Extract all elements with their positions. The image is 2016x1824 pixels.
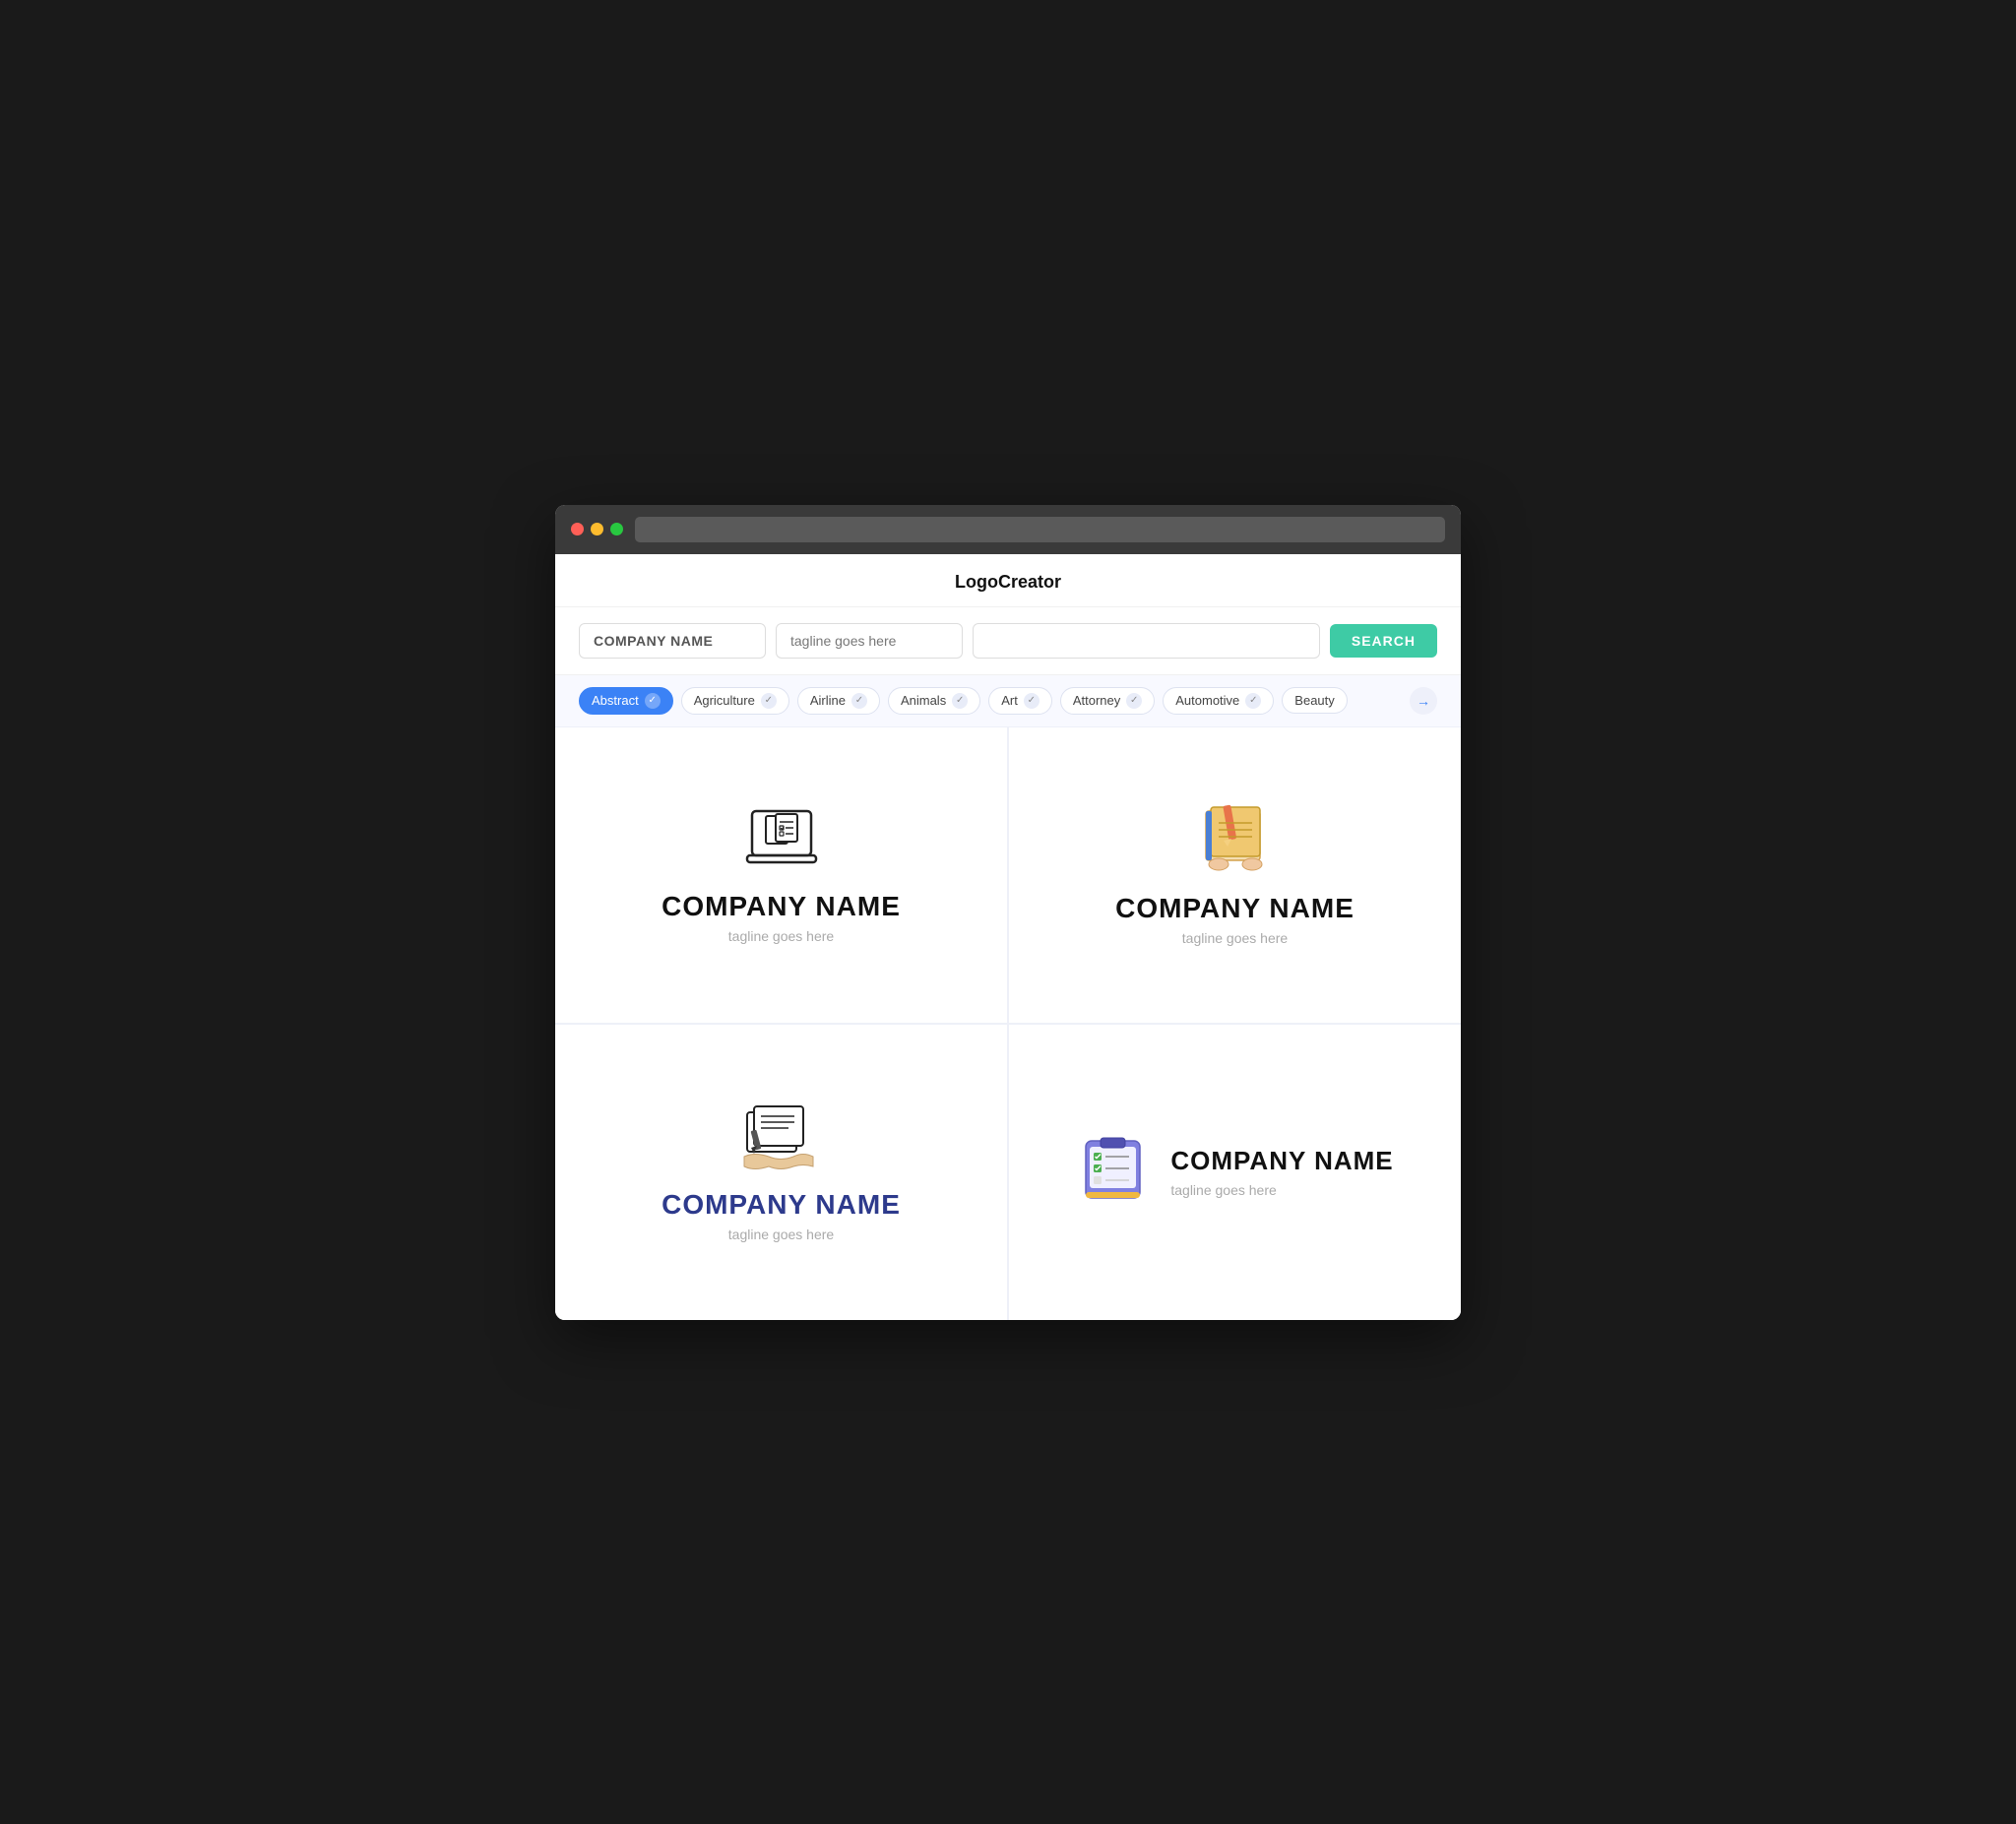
logo-icon-4 (1076, 1133, 1155, 1212)
logo-text-4: COMPANY NAME tagline goes here (1170, 1146, 1393, 1198)
filter-next-button[interactable]: → (1410, 687, 1437, 715)
check-icon-automotive: ✓ (1245, 693, 1261, 709)
browser-window: LogoCreator SEARCH Abstract ✓ Agricultur… (555, 505, 1461, 1320)
filter-label: Animals (901, 693, 946, 708)
logo-card-3[interactable]: COMPANY NAME tagline goes here (555, 1025, 1007, 1320)
check-icon-airline: ✓ (851, 693, 867, 709)
company-name-3: COMPANY NAME (662, 1189, 901, 1221)
check-icon-abstract: ✓ (645, 693, 661, 709)
tagline-input[interactable] (776, 623, 963, 659)
filter-label: Agriculture (694, 693, 755, 708)
filter-label: Airline (810, 693, 846, 708)
tagline-2: tagline goes here (1182, 930, 1288, 946)
logo-icon-2 (1191, 803, 1280, 877)
logo-grid: COMPANY NAME tagline goes here (555, 727, 1461, 1320)
industry-input[interactable] (973, 623, 1320, 659)
filter-label: Art (1001, 693, 1018, 708)
browser-titlebar (555, 505, 1461, 554)
check-icon-agriculture: ✓ (761, 693, 777, 709)
check-icon-animals: ✓ (952, 693, 968, 709)
logo-card-4[interactable]: COMPANY NAME tagline goes here (1009, 1025, 1461, 1320)
logo-card-2[interactable]: COMPANY NAME tagline goes here (1009, 727, 1461, 1023)
check-icon-art: ✓ (1024, 693, 1040, 709)
logo-icon-1 (742, 806, 821, 875)
filter-label: Attorney (1073, 693, 1120, 708)
logo-card-1[interactable]: COMPANY NAME tagline goes here (555, 727, 1007, 1023)
filter-chip-abstract[interactable]: Abstract ✓ (579, 687, 673, 715)
tagline-4: tagline goes here (1170, 1182, 1393, 1198)
search-bar: SEARCH (555, 607, 1461, 675)
company-name-input[interactable] (579, 623, 766, 659)
check-icon-attorney: ✓ (1126, 693, 1142, 709)
filter-label: Beauty (1294, 693, 1334, 708)
company-name-2: COMPANY NAME (1115, 893, 1354, 924)
close-button[interactable] (571, 523, 584, 535)
traffic-lights (571, 523, 623, 535)
filter-chip-animals[interactable]: Animals ✓ (888, 687, 980, 715)
search-button[interactable]: SEARCH (1330, 624, 1437, 658)
tagline-3: tagline goes here (728, 1226, 834, 1242)
tagline-1: tagline goes here (728, 928, 834, 944)
company-name-4: COMPANY NAME (1170, 1146, 1393, 1176)
address-bar[interactable] (635, 517, 1445, 542)
app-header: LogoCreator (555, 554, 1461, 607)
filter-chip-airline[interactable]: Airline ✓ (797, 687, 880, 715)
app-title: LogoCreator (955, 572, 1061, 592)
company-name-1: COMPANY NAME (662, 891, 901, 922)
filter-chip-automotive[interactable]: Automotive ✓ (1163, 687, 1274, 715)
maximize-button[interactable] (610, 523, 623, 535)
filter-label: Abstract (592, 693, 639, 708)
filter-chip-beauty[interactable]: Beauty (1282, 687, 1347, 714)
filter-chip-art[interactable]: Art ✓ (988, 687, 1052, 715)
minimize-button[interactable] (591, 523, 603, 535)
filter-bar: Abstract ✓ Agriculture ✓ Airline ✓ Anima… (555, 675, 1461, 727)
filter-chip-agriculture[interactable]: Agriculture ✓ (681, 687, 789, 715)
filter-label: Automotive (1175, 693, 1239, 708)
filter-chip-attorney[interactable]: Attorney ✓ (1060, 687, 1155, 715)
app-content: LogoCreator SEARCH Abstract ✓ Agricultur… (555, 554, 1461, 1320)
logo-icon-3 (739, 1102, 823, 1173)
